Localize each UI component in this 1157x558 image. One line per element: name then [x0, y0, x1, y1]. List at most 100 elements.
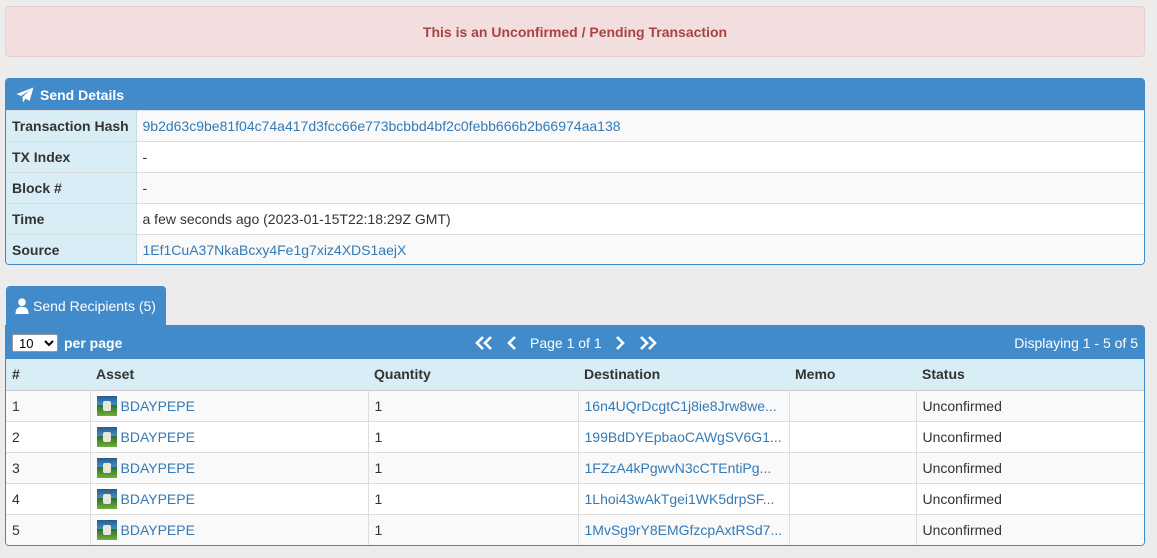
- table-row: 5 BDAYPEPE 1 1MvSg9rY8EMGfzcpAxtRSd7... Unco…: [6, 513, 1144, 545]
- column-header: #: [6, 359, 90, 391]
- chevron-left-icon: [507, 335, 516, 350]
- quantity-cell: 1: [368, 420, 579, 452]
- memo-cell: [789, 513, 917, 545]
- row-number: 1: [6, 389, 91, 421]
- row-number: 2: [6, 420, 91, 452]
- status-cell: Unconfirmed: [916, 451, 1144, 483]
- tab-send-recipients[interactable]: Send Recipients (5): [6, 286, 166, 326]
- destination-cell: 1FZzA4kPgwvN3cCTEntiPg...: [578, 451, 790, 483]
- detail-value-cell: 1Ef1CuA37NkaBcxy4Fe1g7xiz4XDS1aejX: [136, 234, 1144, 264]
- prev-page-button[interactable]: [506, 335, 518, 350]
- asset-thumbnail: [96, 457, 117, 478]
- status-cell: Unconfirmed: [916, 389, 1144, 421]
- asset-link[interactable]: BDAYPEPE: [121, 491, 195, 507]
- asset-cell: BDAYPEPE: [90, 513, 369, 545]
- status-cell: Unconfirmed: [916, 482, 1144, 514]
- destination-link[interactable]: 1MvSg9rY8EMGfzcpAxtRSd7...: [585, 522, 783, 538]
- memo-cell: [789, 482, 917, 514]
- double-chevron-right-icon: [639, 335, 657, 350]
- column-header: Status: [916, 359, 1144, 391]
- quantity-cell: 1: [368, 513, 579, 545]
- asset-link[interactable]: BDAYPEPE: [121, 522, 195, 538]
- detail-value: -: [142, 149, 148, 165]
- table-row: 4 BDAYPEPE 1 1Lhoi43wAkTgei1WK5drpSF... Unco…: [6, 482, 1144, 514]
- pager-bar: 10 per page Page 1 of 1 Displaying 1 - 5…: [6, 326, 1144, 359]
- destination-cell: 1MvSg9rY8EMGfzcpAxtRSd7...: [578, 513, 790, 545]
- per-page-select[interactable]: 10: [12, 333, 58, 352]
- detail-value-cell: -: [136, 141, 1144, 173]
- send-details-title: Send Details: [40, 86, 125, 103]
- pagination-nav: Page 1 of 1: [468, 326, 664, 359]
- status-cell: Unconfirmed: [916, 420, 1144, 452]
- quantity-cell: 1: [368, 482, 579, 514]
- asset-thumbnail: [96, 395, 117, 416]
- detail-label: Transaction Hash: [6, 110, 137, 142]
- detail-row: TX Index -: [6, 141, 1144, 173]
- detail-label: Time: [6, 203, 137, 235]
- page-indicator: Page 1 of 1: [530, 334, 602, 351]
- memo-cell: [789, 420, 917, 452]
- column-header: Quantity: [368, 359, 578, 391]
- displaying-count: Displaying 1 - 5 of 5: [1014, 334, 1138, 351]
- asset-cell: BDAYPEPE: [90, 420, 369, 452]
- detail-label: Block #: [6, 172, 137, 204]
- table-row: 3 BDAYPEPE 1 1FZzA4kPgwvN3cCTEntiPg... Uncon…: [6, 451, 1144, 483]
- detail-value: a few seconds ago (2023-01-15T22:18:29Z …: [142, 211, 451, 227]
- destination-link[interactable]: 16n4UQrDcgtC1j8ie8Jrw8we...: [585, 398, 777, 414]
- column-header: Destination: [578, 359, 789, 391]
- column-header: Asset: [90, 359, 368, 391]
- column-header: Memo: [789, 359, 916, 391]
- asset-thumbnail: [96, 488, 117, 509]
- detail-value-cell: -: [136, 172, 1144, 204]
- destination-cell: 199BdDYEpbaoCAWgSV6G1...: [578, 420, 790, 452]
- detail-row: Transaction Hash 9b2d63c9be81f04c74a417d3…: [6, 110, 1144, 142]
- row-number: 5: [6, 513, 91, 545]
- memo-cell: [789, 389, 917, 421]
- destination-cell: 1Lhoi43wAkTgei1WK5drpSF...: [578, 482, 790, 514]
- status-cell: Unconfirmed: [916, 513, 1144, 545]
- send-details-header: Send Details: [6, 79, 1144, 110]
- asset-link[interactable]: BDAYPEPE: [121, 429, 195, 445]
- row-number: 3: [6, 451, 91, 483]
- last-page-button[interactable]: [638, 335, 658, 350]
- asset-cell: BDAYPEPE: [90, 389, 369, 421]
- destination-link[interactable]: 1FZzA4kPgwvN3cCTEntiPg...: [585, 460, 772, 476]
- detail-value-link[interactable]: 9b2d63c9be81f04c74a417d3fcc66e773bcbbd4b…: [143, 118, 621, 134]
- next-page-button[interactable]: [614, 335, 626, 350]
- asset-link[interactable]: BDAYPEPE: [121, 398, 195, 414]
- memo-cell: [789, 451, 917, 483]
- asset-cell: BDAYPEPE: [90, 451, 369, 483]
- asset-link[interactable]: BDAYPEPE: [121, 460, 195, 476]
- detail-label: TX Index: [6, 141, 137, 173]
- asset-cell: BDAYPEPE: [90, 482, 369, 514]
- send-recipients-panel: 10 per page Page 1 of 1 Displaying 1 - 5…: [5, 325, 1145, 546]
- table-row: 1 BDAYPEPE 1 16n4UQrDcgtC1j8ie8Jrw8we... Unc…: [6, 389, 1144, 421]
- quantity-cell: 1: [368, 451, 579, 483]
- table-row: 2 BDAYPEPE 1 199BdDYEpbaoCAWgSV6G1... Unconf…: [6, 420, 1144, 452]
- detail-row: Time a few seconds ago (2023-01-15T22:18:…: [6, 203, 1144, 235]
- quantity-cell: 1: [368, 389, 579, 421]
- detail-label: Source: [6, 234, 137, 264]
- detail-row: Block # -: [6, 172, 1144, 204]
- tab-label: Send Recipients (5): [33, 298, 156, 314]
- recipients-table: # Asset Quantity Destination Memo Status 1 BDA…: [6, 359, 1144, 545]
- detail-value-link[interactable]: 1Ef1CuA37NkaBcxy4Fe1g7xiz4XDS1aejX: [143, 242, 407, 258]
- double-chevron-left-icon: [475, 335, 492, 350]
- first-page-button[interactable]: [474, 335, 494, 350]
- row-number: 4: [6, 482, 91, 514]
- destination-link[interactable]: 1Lhoi43wAkTgei1WK5drpSF...: [585, 491, 775, 507]
- asset-thumbnail: [96, 519, 117, 540]
- destination-cell: 16n4UQrDcgtC1j8ie8Jrw8we...: [578, 389, 790, 421]
- send-details-panel: Send Details Transaction Hash 9b2d63c9be8…: [5, 78, 1145, 265]
- detail-value-cell: a few seconds ago (2023-01-15T22:18:29Z …: [136, 203, 1144, 235]
- alert-text: This is an Unconfirmed / Pending Transac…: [422, 23, 728, 40]
- per-page-label: per page: [64, 334, 123, 351]
- paper-plane-icon: [16, 87, 34, 102]
- pending-transaction-alert: This is an Unconfirmed / Pending Transac…: [5, 6, 1145, 57]
- chevron-right-icon: [615, 335, 625, 350]
- user-icon: [15, 298, 29, 314]
- destination-link[interactable]: 199BdDYEpbaoCAWgSV6G1...: [585, 429, 782, 445]
- send-details-table: Transaction Hash 9b2d63c9be81f04c74a417d3…: [6, 110, 1144, 264]
- detail-value: -: [142, 180, 148, 196]
- detail-value-cell: 9b2d63c9be81f04c74a417d3fcc66e773bcbbd4b…: [136, 110, 1144, 142]
